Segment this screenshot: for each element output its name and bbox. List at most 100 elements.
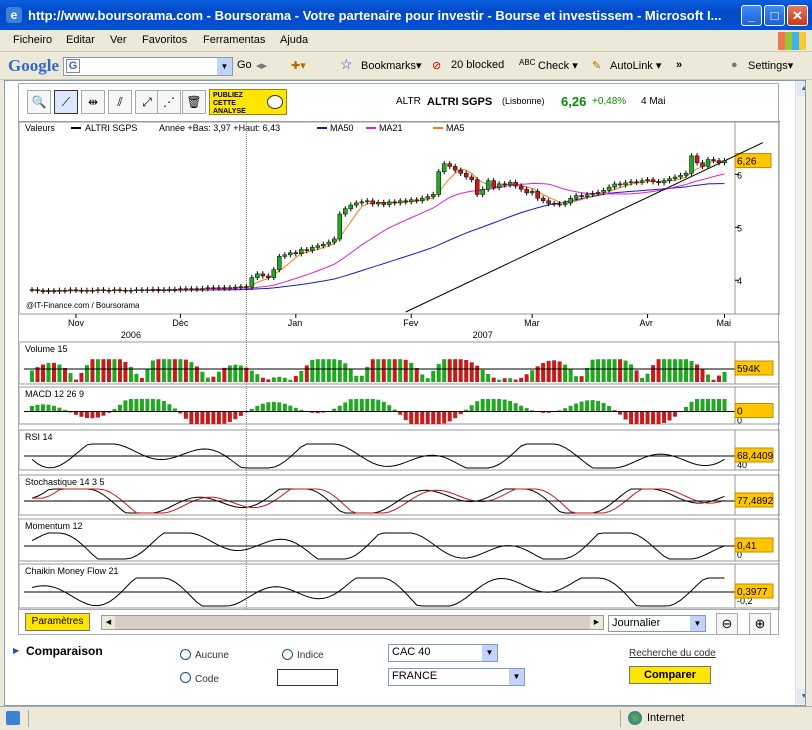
- more-button[interactable]: »: [676, 59, 682, 71]
- country-select[interactable]: FRANCE ▼: [388, 668, 525, 686]
- volume-bar: [101, 359, 106, 382]
- popup-blocker-icon: ⊘: [432, 60, 442, 72]
- comparison-form: ▶ Comparaison Aucune Indice Code CAC 40 …: [5, 637, 795, 705]
- indicator-last-value-label: 594K: [737, 364, 761, 375]
- candle: [623, 182, 628, 186]
- radio-code[interactable]: [180, 672, 191, 683]
- code-input[interactable]: [277, 669, 338, 686]
- volume-bar: [266, 379, 271, 382]
- volume-bar: [293, 375, 298, 382]
- candle: [414, 199, 419, 202]
- candle: [321, 243, 326, 247]
- candle: [46, 290, 51, 293]
- volume-bar: [579, 376, 584, 382]
- menu-ajuda[interactable]: Ajuda: [280, 34, 308, 46]
- chevron-down-icon[interactable]: ▼: [217, 58, 232, 75]
- chevron-down-icon[interactable]: ▼: [690, 616, 705, 631]
- search-code-link[interactable]: Recherche du code: [629, 648, 716, 659]
- menu-favoritos[interactable]: Favoritos: [142, 34, 187, 46]
- zoom-tool-icon[interactable]: 🔍: [27, 90, 51, 114]
- stock-chart-svg[interactable]: Valeurs ALTRI SGPS Année +Bas: 3,97 +Haut:…: [19, 122, 780, 609]
- hline-tool-icon[interactable]: ⇹: [81, 90, 105, 114]
- zoom-in-icon[interactable]: ⊕: [749, 613, 771, 635]
- radio-aucune[interactable]: [180, 649, 191, 660]
- google-search-input[interactable]: G ▼: [63, 57, 233, 76]
- compare-button[interactable]: Comparer: [629, 666, 711, 684]
- line-tool-icon[interactable]: ⟋: [54, 90, 78, 114]
- zoom-out-icon[interactable]: ⊖: [716, 613, 738, 635]
- horizontal-scrollbar[interactable]: ◀ ▶: [101, 615, 604, 630]
- macd-bar: [601, 402, 606, 412]
- macd-bar: [447, 411, 452, 422]
- scroll-down-icon[interactable]: ▼: [797, 689, 805, 704]
- params-button[interactable]: Paramètres: [25, 613, 90, 631]
- candle: [255, 273, 260, 278]
- candle: [386, 201, 392, 205]
- macd-bar: [233, 411, 238, 420]
- nav-arrows-icon[interactable]: ◂▸: [256, 59, 267, 72]
- volume-bar: [40, 364, 45, 382]
- publish-analysis-button[interactable]: PUBLIEZ CETTE ANALYSE: [209, 89, 287, 115]
- autolink-button[interactable]: AutoLink ▾: [610, 59, 661, 72]
- volume-bar: [205, 377, 210, 382]
- scroll-right-icon[interactable]: ▶: [590, 616, 603, 629]
- google-logo: Google: [8, 56, 59, 75]
- menu-ferramentas[interactable]: Ferramentas: [203, 34, 265, 46]
- ma5-line: [31, 160, 725, 292]
- candle: [40, 290, 46, 293]
- volume-bar: [304, 365, 309, 382]
- blocked-button[interactable]: 20 blocked: [451, 59, 504, 71]
- macd-bar: [700, 399, 705, 412]
- maximize-button[interactable]: □: [764, 5, 785, 26]
- menu-ficheiro[interactable]: Ficheiro: [13, 34, 52, 46]
- candle: [447, 163, 452, 167]
- candle: [271, 269, 277, 278]
- bookmarks-button[interactable]: Bookmarks▾: [361, 59, 422, 72]
- indicator-last-value-label: 0,41: [737, 541, 757, 552]
- chevron-down-icon[interactable]: ▼: [509, 669, 524, 685]
- volume-bar: [106, 359, 111, 382]
- candle: [463, 173, 469, 178]
- check-button[interactable]: Check ▾: [538, 59, 578, 72]
- fan-tool-icon[interactable]: ⋰: [157, 90, 181, 114]
- candle: [332, 238, 337, 243]
- close-button[interactable]: ✕: [787, 5, 808, 26]
- go-button[interactable]: Go: [237, 59, 252, 71]
- candle: [584, 194, 590, 197]
- scroll-up-icon[interactable]: ▲: [797, 81, 805, 96]
- candle: [502, 183, 507, 186]
- puzzle-icon[interactable]: ✚▾: [291, 59, 306, 72]
- macd-bar: [684, 406, 689, 412]
- volume-bar: [211, 376, 216, 382]
- ma21-line: [31, 173, 725, 292]
- window-titlebar: e http://www.boursorama.com - Boursorama…: [0, 0, 812, 30]
- macd-bar: [139, 399, 144, 412]
- menu-ver[interactable]: Ver: [110, 34, 127, 46]
- volume-bar: [90, 359, 95, 382]
- menu-editar[interactable]: Editar: [66, 34, 95, 46]
- period-select[interactable]: Journalier ▼: [608, 615, 706, 632]
- volume-bar: [436, 364, 441, 382]
- minimize-button[interactable]: _: [741, 5, 762, 26]
- stock-symbol: ALTR: [396, 96, 421, 107]
- candle: [145, 289, 150, 292]
- ma50-line: [31, 183, 725, 292]
- settings-button[interactable]: Settings▾: [748, 59, 793, 72]
- macd-bar: [585, 400, 590, 412]
- index-select[interactable]: CAC 40 ▼: [388, 644, 498, 662]
- candle: [194, 288, 200, 290]
- x-tick-label: Nov: [68, 318, 85, 328]
- candle: [397, 200, 403, 204]
- candle: [183, 288, 189, 290]
- volume-bar: [508, 378, 513, 382]
- radio-indice[interactable]: [282, 649, 293, 660]
- macd-bar: [156, 399, 161, 412]
- volume-bar: [288, 379, 293, 382]
- fibonacci-tool-icon[interactable]: ⤢: [135, 90, 159, 114]
- scroll-left-icon[interactable]: ◀: [102, 616, 115, 629]
- trash-icon[interactable]: 🗑: [182, 90, 206, 114]
- chevron-down-icon[interactable]: ▼: [482, 645, 497, 661]
- channel-tool-icon[interactable]: ⫽: [108, 90, 132, 114]
- macd-bar: [150, 399, 155, 412]
- vertical-scrollbar[interactable]: ▲ ▼: [795, 81, 805, 705]
